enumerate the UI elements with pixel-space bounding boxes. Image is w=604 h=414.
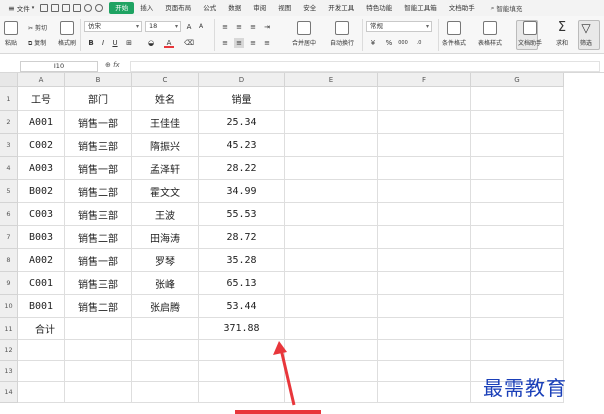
tab-smart-toolbox[interactable]: 智能工具箱 [398,2,443,14]
font-name-select[interactable]: 仿宋 [84,21,142,32]
tab-insert[interactable]: 插入 [134,2,159,14]
ribbon: 粘贴 ✂ 剪切 ⧉ 复制 格式刷 仿宋 18 A A B I U ⊞ ◒ A ⌫… [0,16,604,54]
watermark: 最需教育 [483,376,567,400]
merge-center-button[interactable]: 合并居中 [292,21,316,47]
paste-icon [4,21,18,35]
italic-icon[interactable]: I [98,38,108,48]
copy-button[interactable]: ⧉ 复制 [28,38,46,48]
pointer-arrow [273,341,296,406]
indent-icon[interactable]: ⇥ [262,22,272,32]
wrap-icon [335,21,349,35]
sum-label: 求和 [556,40,569,47]
sigma-icon: Σ [557,20,567,35]
decimal-increase-icon[interactable]: .0 [414,38,424,48]
doc-helper-label: 文档助手 [518,40,543,47]
arrow-head [273,341,287,355]
tab-doc-helper[interactable]: 文档助手 [443,2,481,14]
smart-fill-search[interactable]: ⌕ 智能填充 [490,3,523,14]
zoom-icon: ⊕ [105,61,114,69]
currency-icon[interactable]: ¥ [368,38,378,48]
quick-access-toolbar [40,4,104,12]
conditional-format-icon [447,21,461,35]
font-size-select[interactable]: 18 [145,21,181,32]
percent-icon[interactable]: % [384,38,394,48]
doc-helper-icon [523,21,537,35]
divider [214,19,215,51]
underline-icon[interactable]: U [110,38,120,48]
redo-icon[interactable] [95,4,104,12]
divider [80,19,81,51]
paste-label: 粘贴 [4,40,17,47]
tab-page-layout[interactable]: 页面布局 [159,2,197,14]
divider [438,19,439,51]
filter-label: 筛选 [580,40,593,47]
sum-button[interactable]: Σ 求和 [556,20,569,48]
spreadsheet-grid: ABCDEFG 1 2 3 4 5 6 7 8 9 10 11 12 13 14 工号 部门 姓名 销量 A001… [0,73,604,414]
smart-fill-label: 智能填充 [496,5,523,13]
fill-color-icon[interactable]: ◒ [146,38,156,48]
chevron-down-icon: ▾ [31,5,35,11]
cut-button[interactable]: ✂ 剪切 [28,23,47,32]
table-style-label: 表格样式 [478,40,503,47]
align-center-icon[interactable]: ≡ [234,38,244,48]
wrap-text-button[interactable]: 自动换行 [330,21,354,47]
formula-input[interactable] [130,61,600,72]
ribbon-tabs: 开始 插入 页面布局 公式 数据 审阅 视图 安全 开发工具 特色功能 智能工具… [109,2,481,14]
merge-icon [297,21,311,35]
align-bottom-icon[interactable]: ≡ [248,22,258,32]
paste-button[interactable]: 粘贴 [4,21,18,47]
copy-label: 复制 [34,40,47,47]
tab-home[interactable]: 开始 [109,2,135,14]
tab-security[interactable]: 安全 [297,2,322,14]
merge-center-label: 合并居中 [292,40,317,47]
file-menu-label: 文件 [16,5,30,13]
tab-developer[interactable]: 开发工具 [322,2,360,14]
file-menu[interactable]: ≡ 文件 ▾ [4,2,38,14]
fx-label: fx [113,61,120,69]
table-style-button[interactable]: 表格样式 [478,21,502,47]
decrease-font-icon[interactable]: A [196,22,206,32]
menu-bar: ≡ 文件 ▾ 开始 插入 页面布局 公式 数据 审阅 视图 安全 开发工具 特色… [0,0,604,16]
align-top-icon[interactable]: ≡ [220,22,230,32]
preview-icon[interactable] [73,4,82,12]
brush-icon [60,21,74,35]
align-middle-icon[interactable]: ≡ [234,22,244,32]
save-icon[interactable] [40,4,49,12]
search-icon: ⌕ [490,3,495,12]
undo-icon[interactable] [84,4,93,12]
format-painter-button[interactable]: 格式刷 [58,21,76,47]
clear-format-icon[interactable]: ⌫ [184,38,194,48]
increase-font-icon[interactable]: A [184,22,194,32]
tab-features[interactable]: 特色功能 [360,2,398,14]
export-icon[interactable] [51,4,60,12]
conditional-format-label: 条件格式 [442,40,467,47]
tab-data[interactable]: 数据 [222,2,247,14]
table-style-icon [483,21,497,35]
tab-formulas[interactable]: 公式 [197,2,222,14]
format-painter-label: 格式刷 [58,40,77,47]
print-icon[interactable] [62,4,71,12]
cut-label: 剪切 [34,25,47,32]
wrap-text-label: 自动换行 [330,40,355,47]
arrow-shaft [279,348,296,406]
font-color-icon[interactable]: A [164,38,174,48]
border-icon[interactable]: ⊞ [124,38,134,48]
formula-bar: I10 ⊕ fx [0,60,604,73]
tab-view[interactable]: 视图 [272,2,297,14]
thousands-icon[interactable]: 000 [398,38,408,48]
bold-icon[interactable]: B [86,38,96,48]
conditional-format-button[interactable]: 条件格式 [442,21,466,47]
number-format-select[interactable]: 常规 [366,21,432,32]
filter-button[interactable]: ▽ 筛选 [580,21,592,47]
justify-icon[interactable]: ≡ [262,38,272,48]
align-right-icon[interactable]: ≡ [248,38,258,48]
divider [362,19,363,51]
menu-icon: ≡ [8,3,15,13]
fx-icon[interactable]: ⊕ fx [105,61,120,69]
doc-helper-button[interactable]: 文档助手 [518,21,542,47]
name-box[interactable]: I10 [20,61,98,72]
filter-icon: ▽ [581,21,591,35]
align-left-icon[interactable]: ≡ [220,38,230,48]
tab-review[interactable]: 审阅 [247,2,272,14]
